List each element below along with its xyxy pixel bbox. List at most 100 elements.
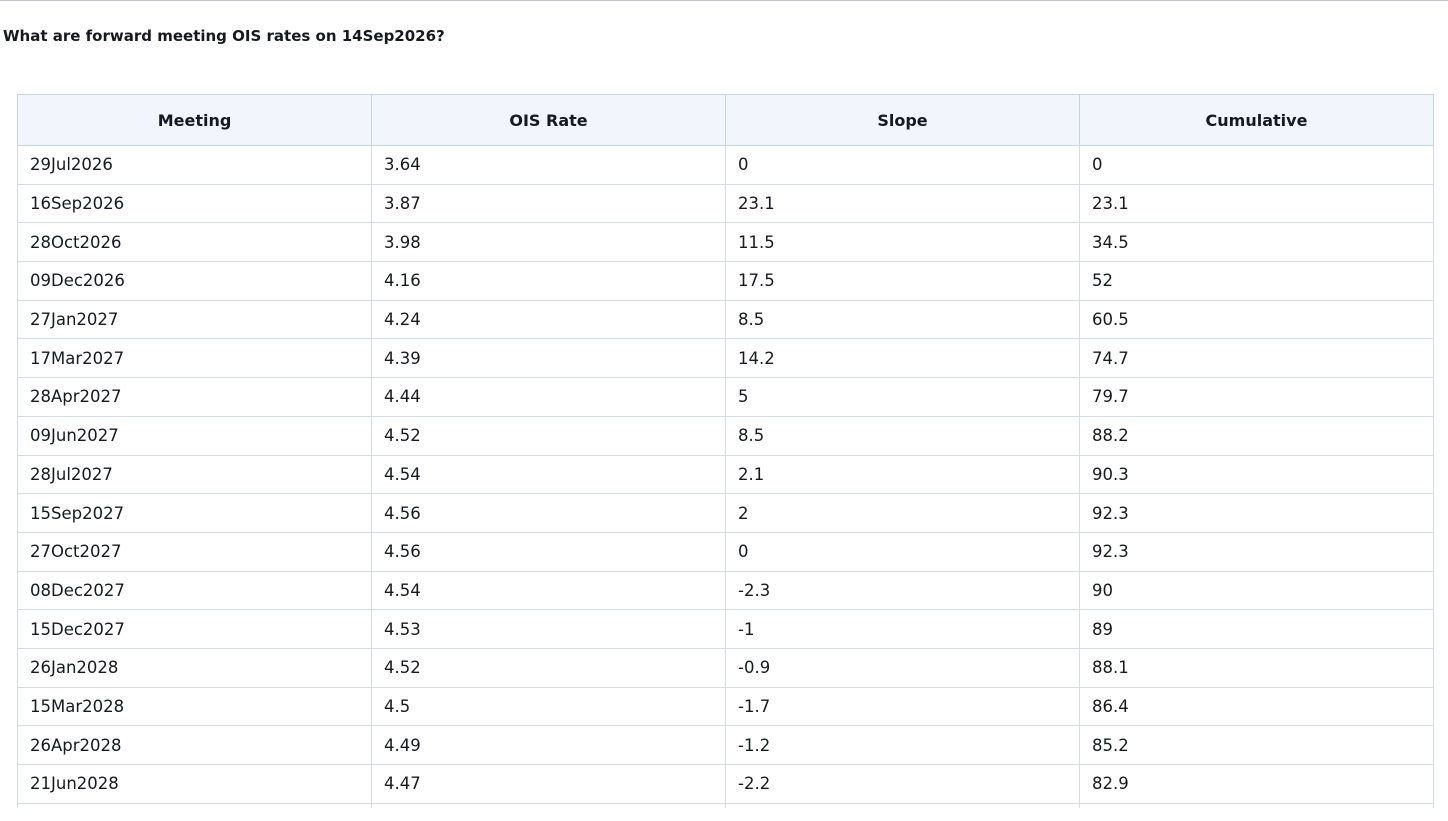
slope-cell bbox=[725, 802, 1080, 808]
table-row: 09Jun2027 4.52 8.5 88.2 bbox=[17, 415, 1434, 456]
cumulative-cell: 92.3 bbox=[1079, 493, 1434, 533]
cumulative-cell: 60.5 bbox=[1079, 299, 1434, 340]
slope-cell: 0 bbox=[725, 531, 1080, 572]
ois-rate-cell: 3.64 bbox=[371, 145, 726, 185]
ois-table-container[interactable]: Meeting OIS Rate Slope Cumulative 29Jul2… bbox=[17, 94, 1434, 808]
ois-rate-cell: 3.87 bbox=[371, 183, 726, 224]
slope-cell: -1.2 bbox=[725, 725, 1080, 765]
table-row: 28Apr2027 4.44 5 79.7 bbox=[17, 377, 1434, 417]
cumulative-cell: 23.1 bbox=[1079, 183, 1434, 224]
slope-cell: 11.5 bbox=[725, 222, 1080, 263]
cumulative-cell: 85.2 bbox=[1079, 725, 1434, 765]
ois-rate-cell bbox=[371, 802, 726, 808]
meeting-cell: 27Jan2027 bbox=[17, 299, 372, 340]
meeting-cell: 28Apr2027 bbox=[17, 377, 372, 417]
slope-cell: 0 bbox=[725, 145, 1080, 185]
ois-rate-cell: 4.54 bbox=[371, 570, 726, 611]
ois-rate-cell: 3.98 bbox=[371, 222, 726, 263]
meeting-cell: 21Jun2028 bbox=[17, 764, 372, 804]
ois-rate-cell: 4.39 bbox=[371, 338, 726, 379]
column-header-ois-rate[interactable]: OIS Rate bbox=[371, 94, 726, 146]
meeting-cell: 28Oct2026 bbox=[17, 222, 372, 263]
cumulative-cell: 79.7 bbox=[1079, 377, 1434, 417]
meeting-cell: 09Dec2026 bbox=[17, 261, 372, 301]
cumulative-cell: 34.5 bbox=[1079, 222, 1434, 263]
column-header-slope[interactable]: Slope bbox=[725, 94, 1080, 146]
slope-cell: -2.3 bbox=[725, 570, 1080, 611]
table-row: 29Jul2026 3.64 0 0 bbox=[17, 145, 1434, 185]
ois-rate-cell: 4.52 bbox=[371, 415, 726, 456]
meeting-cell: 15Sep2027 bbox=[17, 493, 372, 533]
column-header-cumulative[interactable]: Cumulative bbox=[1079, 94, 1434, 146]
cumulative-cell: 89 bbox=[1079, 609, 1434, 649]
meeting-cell: 16Sep2026 bbox=[17, 183, 372, 224]
table-row: 08Dec2027 4.54 -2.3 90 bbox=[17, 570, 1434, 611]
table-row: 16Sep2026 3.87 23.1 23.1 bbox=[17, 183, 1434, 224]
ois-rate-cell: 4.47 bbox=[371, 764, 726, 804]
ois-rate-cell: 4.56 bbox=[371, 531, 726, 572]
cumulative-cell: 52 bbox=[1079, 261, 1434, 301]
meeting-cell: 26Apr2028 bbox=[17, 725, 372, 765]
chat-response-panel: What are forward meeting OIS rates on 14… bbox=[0, 0, 1448, 821]
slope-cell: 14.2 bbox=[725, 338, 1080, 379]
table-row: 26Jan2028 4.52 -0.9 88.1 bbox=[17, 647, 1434, 688]
cumulative-cell: 86.4 bbox=[1079, 686, 1434, 727]
table-row: 28Oct2026 3.98 11.5 34.5 bbox=[17, 222, 1434, 263]
slope-cell: 2 bbox=[725, 493, 1080, 533]
meeting-cell: 09Jun2027 bbox=[17, 415, 372, 456]
cumulative-cell: 92.3 bbox=[1079, 531, 1434, 572]
table-row: 15Dec2027 4.53 -1 89 bbox=[17, 609, 1434, 649]
cumulative-cell: 90 bbox=[1079, 570, 1434, 611]
cumulative-cell: 82.9 bbox=[1079, 764, 1434, 804]
cumulative-cell: 88.1 bbox=[1079, 647, 1434, 688]
table-row: 09Dec2026 4.16 17.5 52 bbox=[17, 261, 1434, 301]
table-row: 27Oct2027 4.56 0 92.3 bbox=[17, 531, 1434, 572]
meeting-cell: 08Dec2027 bbox=[17, 570, 372, 611]
table-row: 27Jan2027 4.24 8.5 60.5 bbox=[17, 299, 1434, 340]
slope-cell: 8.5 bbox=[725, 415, 1080, 456]
table-body: 29Jul2026 3.64 0 0 16Sep2026 3.87 23.1 23.1 28Oc… bbox=[17, 145, 1434, 808]
ois-rate-cell: 4.5 bbox=[371, 686, 726, 727]
ois-rate-cell: 4.44 bbox=[371, 377, 726, 417]
slope-cell: -2.2 bbox=[725, 764, 1080, 804]
meeting-cell bbox=[17, 802, 372, 808]
cumulative-cell: 74.7 bbox=[1079, 338, 1434, 379]
slope-cell: 23.1 bbox=[725, 183, 1080, 224]
ois-rate-cell: 4.53 bbox=[371, 609, 726, 649]
cumulative-cell: 90.3 bbox=[1079, 454, 1434, 495]
table-row: 26Apr2028 4.49 -1.2 85.2 bbox=[17, 725, 1434, 765]
column-header-meeting[interactable]: Meeting bbox=[17, 94, 372, 146]
ois-rate-cell: 4.52 bbox=[371, 647, 726, 688]
ois-rate-cell: 4.49 bbox=[371, 725, 726, 765]
meeting-cell: 26Jan2028 bbox=[17, 647, 372, 688]
table-row: 15Sep2027 4.56 2 92.3 bbox=[17, 493, 1434, 533]
ois-rates-table: Meeting OIS Rate Slope Cumulative 29Jul2… bbox=[17, 94, 1434, 808]
table-row: 17Mar2027 4.39 14.2 74.7 bbox=[17, 338, 1434, 379]
meeting-cell: 29Jul2026 bbox=[17, 145, 372, 185]
table-row: 21Jun2028 4.47 -2.2 82.9 bbox=[17, 764, 1434, 804]
slope-cell: 8.5 bbox=[725, 299, 1080, 340]
cumulative-cell: 88.2 bbox=[1079, 415, 1434, 456]
ois-rate-cell: 4.16 bbox=[371, 261, 726, 301]
table-header-row: Meeting OIS Rate Slope Cumulative bbox=[17, 94, 1434, 146]
meeting-cell: 28Jul2027 bbox=[17, 454, 372, 495]
table-row bbox=[17, 802, 1434, 808]
slope-cell: 17.5 bbox=[725, 261, 1080, 301]
slope-cell: -1.7 bbox=[725, 686, 1080, 727]
slope-cell: -1 bbox=[725, 609, 1080, 649]
meeting-cell: 17Mar2027 bbox=[17, 338, 372, 379]
slope-cell: 5 bbox=[725, 377, 1080, 417]
ois-rate-cell: 4.24 bbox=[371, 299, 726, 340]
ois-rate-cell: 4.56 bbox=[371, 493, 726, 533]
cumulative-cell bbox=[1079, 802, 1434, 808]
ois-rate-cell: 4.54 bbox=[371, 454, 726, 495]
cumulative-cell: 0 bbox=[1079, 145, 1434, 185]
meeting-cell: 15Mar2028 bbox=[17, 686, 372, 727]
slope-cell: -0.9 bbox=[725, 647, 1080, 688]
slope-cell: 2.1 bbox=[725, 454, 1080, 495]
table-row: 15Mar2028 4.5 -1.7 86.4 bbox=[17, 686, 1434, 727]
meeting-cell: 27Oct2027 bbox=[17, 531, 372, 572]
question-heading: What are forward meeting OIS rates on 14… bbox=[3, 27, 445, 45]
table-row: 28Jul2027 4.54 2.1 90.3 bbox=[17, 454, 1434, 495]
meeting-cell: 15Dec2027 bbox=[17, 609, 372, 649]
